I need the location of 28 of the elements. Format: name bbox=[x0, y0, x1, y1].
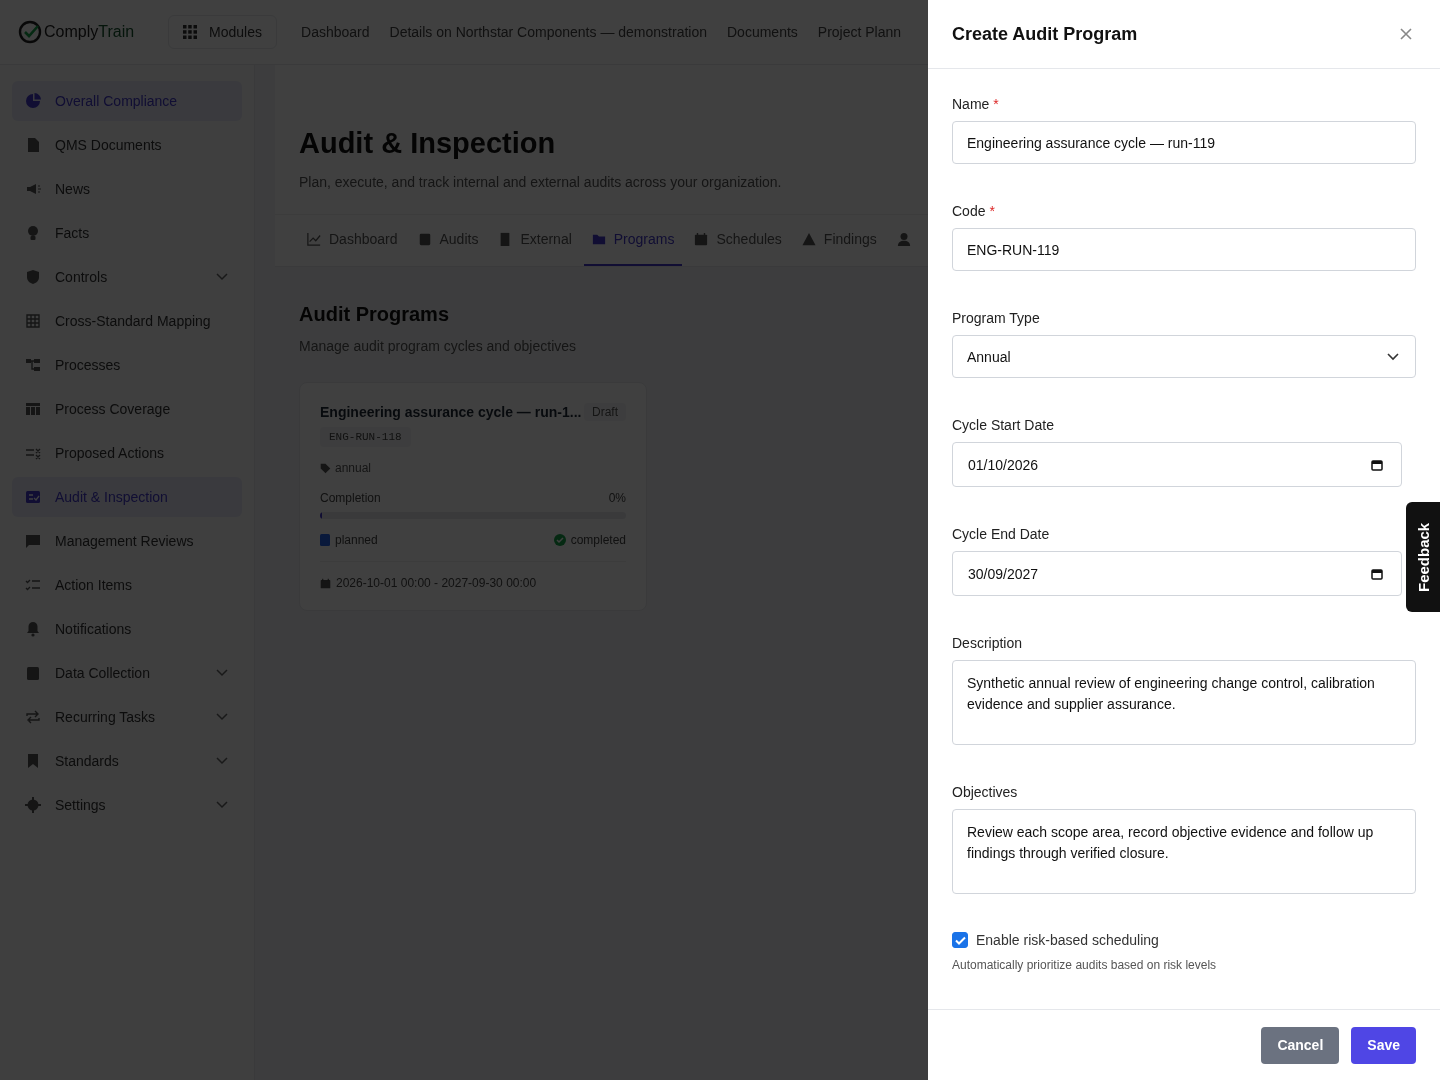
help-text: Automatically prioritize audits based on risk levels bbox=[952, 958, 1218, 972]
input-field[interactable]: ENG-RUN-119 bbox=[952, 228, 1416, 271]
checkbox[interactable] bbox=[952, 932, 968, 948]
chevron-down-icon bbox=[1387, 352, 1399, 361]
program-title: Engineering assurance cycle — run-1... bbox=[320, 404, 582, 420]
text-area[interactable]: Review each scope area, record objective evidence and follow up findings through verified closure. bbox=[952, 809, 1416, 894]
field-label: Cycle End Date bbox=[952, 526, 1050, 542]
field-label: Name * bbox=[952, 96, 999, 112]
checkbox-label: Enable risk-based scheduling bbox=[976, 932, 1159, 948]
field-label: Objectives bbox=[952, 784, 1018, 800]
feedback-tab[interactable]: Feedback bbox=[1406, 502, 1440, 612]
field-label: Description bbox=[952, 635, 1023, 651]
page-title: Audit & Inspection bbox=[299, 127, 557, 160]
text-area[interactable]: Synthetic annual review of engineering change control, calibration evidence and supplier assurance. bbox=[952, 660, 1416, 745]
calendar-icon bbox=[1371, 567, 1383, 580]
field-label: Program Type bbox=[952, 310, 1040, 326]
input-field[interactable]: Engineering assurance cycle — run-119 bbox=[952, 121, 1416, 164]
cancel-button[interactable]: Cancel bbox=[1261, 1026, 1340, 1064]
date-field[interactable]: 30/09/2027 bbox=[952, 551, 1402, 596]
save-button[interactable]: Save bbox=[1351, 1026, 1416, 1064]
panel-title: Create Audit Program bbox=[952, 23, 1138, 45]
section-title: Audit Programs bbox=[299, 303, 451, 326]
select-field[interactable]: Annual bbox=[952, 335, 1416, 378]
field-label: Cycle Start Date bbox=[952, 417, 1054, 433]
field-label: Code * bbox=[952, 203, 995, 219]
calendar-icon bbox=[1371, 458, 1383, 471]
date-field[interactable]: 01/10/2026 bbox=[952, 442, 1402, 487]
close-icon bbox=[1400, 28, 1412, 40]
